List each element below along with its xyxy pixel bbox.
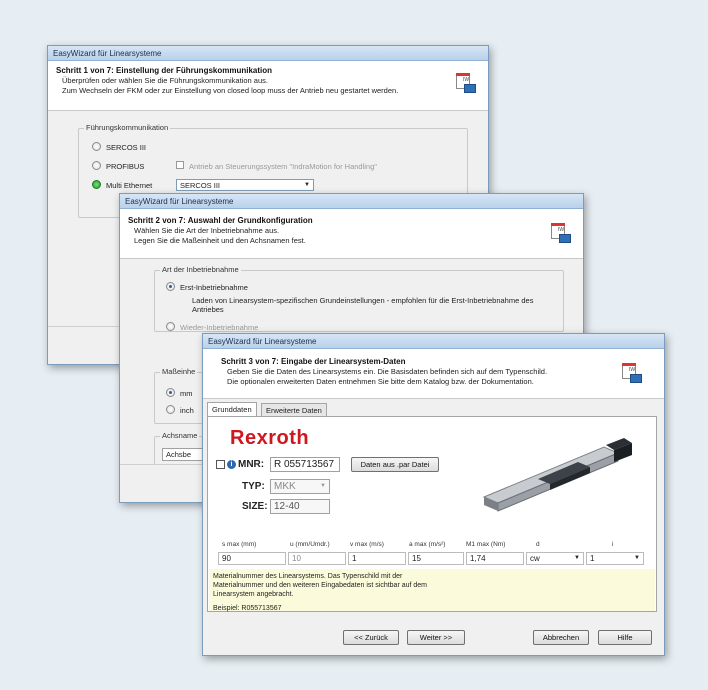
v-max-input[interactable]: 1 — [348, 552, 406, 565]
option-multi-ethernet-label: Multi Ethernet — [106, 181, 153, 190]
step-header: Schritt 3 von 7: Eingabe der Linearsyste… — [203, 349, 664, 399]
basic-data-panel: Rexroth i MNR: R 055713567 Daten aus .pa… — [207, 416, 657, 612]
type-select-value: MKK — [274, 481, 296, 492]
step-description-line: Überprüfen oder wählen Sie die Führungsk… — [62, 76, 268, 85]
size-input[interactable]: 12-40 — [270, 499, 330, 514]
a-max-input[interactable]: 15 — [408, 552, 464, 565]
group-label: Art der Inbetriebnahme — [160, 265, 241, 274]
column-header-s-max: s max (mm) — [222, 541, 257, 548]
m1-max-input[interactable]: 1,74 — [466, 552, 524, 565]
chevron-down-icon: ▼ — [320, 483, 326, 489]
radio-multi-ethernet[interactable] — [92, 180, 101, 189]
option-sercos-label: SERCOS III — [106, 143, 147, 152]
help-info-box: Materialnummer des Linearsystems. Das Ty… — [209, 569, 655, 612]
step-title: Schritt 3 von 7: Eingabe der Linearsyste… — [221, 357, 406, 366]
step-header: Schritt 2 von 7: Auswahl der Grundkonfig… — [120, 209, 583, 259]
radio-unit-inch[interactable] — [166, 405, 175, 414]
u-input[interactable]: 10 — [288, 552, 346, 565]
group-label: Führungskommunikation — [84, 123, 171, 132]
radio-re-commissioning[interactable] — [166, 322, 175, 331]
tab-extended-data[interactable]: Erweiterte Daten — [261, 403, 327, 416]
window-title: EasyWizard für Linearsysteme — [203, 334, 664, 349]
help-example: Beispiel: R055713567 — [213, 605, 282, 612]
column-header-v-max: v max (m/s) — [350, 541, 384, 548]
step-title: Schritt 2 von 7: Auswahl der Grundkonfig… — [128, 216, 313, 225]
mnr-input[interactable]: R 055713567 — [270, 457, 340, 472]
drive-wizard-icon: IW — [549, 223, 571, 243]
ratio-select[interactable]: 1 ▼ — [586, 552, 644, 565]
window-title: EasyWizard für Linearsysteme — [48, 46, 488, 61]
info-icon: i — [227, 460, 236, 469]
rexroth-logo: Rexroth — [230, 427, 310, 449]
direction-select[interactable]: cw ▼ — [526, 552, 584, 565]
back-button[interactable]: << Zurück — [343, 630, 399, 645]
drive-wizard-icon: IW — [620, 363, 642, 383]
radio-first-commissioning[interactable] — [166, 282, 175, 291]
radio-profibus[interactable] — [92, 161, 101, 170]
type-label: TYP: — [242, 481, 265, 492]
column-header-i: i — [612, 541, 614, 548]
drive-wizard-icon: IW — [454, 73, 476, 93]
chevron-down-icon: ▼ — [574, 555, 580, 561]
step-description-line: Wählen Sie die Art der Inbetriebnahme au… — [134, 226, 280, 235]
step-header: Schritt 1 von 7: Einstellung der Führung… — [48, 61, 488, 111]
option-re-commissioning-label: Wieder-Inbetriebnahme — [180, 323, 259, 332]
cancel-button[interactable]: Abbrechen — [533, 630, 589, 645]
ratio-select-value: 1 — [590, 554, 595, 563]
column-header-m1-max: M1 max (Nm) — [466, 541, 506, 548]
column-header-d: d — [536, 541, 540, 548]
step-description-line: Geben Sie die Daten des Linearsystems ei… — [227, 367, 548, 376]
type-select[interactable]: MKK ▼ — [270, 479, 330, 494]
unit-mm-label: mm — [180, 389, 193, 398]
s-max-input[interactable]: 90 — [218, 552, 286, 565]
size-label: SIZE: — [242, 501, 268, 512]
step-title: Schritt 1 von 7: Einstellung der Führung… — [56, 66, 273, 75]
option-first-commissioning-label: Erst-Inbetriebnahme — [180, 283, 248, 292]
linear-module-image — [482, 438, 632, 512]
option-first-commissioning-description: Laden von Linearsystem-spezifischen Grun… — [192, 296, 534, 314]
chevron-down-icon: ▼ — [634, 555, 640, 561]
column-header-a-max: a max (m/s²) — [409, 541, 446, 548]
step-description-line: Zum Wechseln der FKM oder zur Einstellun… — [62, 86, 399, 95]
step-description-line: Legen Sie die Maßeinheit und den Achsnam… — [134, 236, 306, 245]
handling-checkbox[interactable] — [176, 161, 184, 169]
radio-sercos[interactable] — [92, 142, 101, 151]
help-button[interactable]: Hilfe — [598, 630, 652, 645]
protocol-select-value: SERCOS III — [180, 181, 221, 190]
option-profibus-label: PROFIBUS — [106, 162, 145, 171]
wizard-window-step3: EasyWizard für Linearsysteme Schritt 3 v… — [202, 333, 665, 656]
tab-basic-data[interactable]: Grunddaten — [207, 402, 257, 416]
group-label: Maßeinhe — [160, 367, 198, 376]
protocol-select[interactable]: SERCOS III ▼ — [176, 179, 314, 191]
handling-checkbox-label: Antrieb an Steuerungssystem "IndraMotion… — [189, 162, 377, 171]
column-header-u: u (mm/Umdr.) — [290, 541, 330, 548]
radio-unit-mm[interactable] — [166, 388, 175, 397]
direction-select-value: cw — [530, 554, 540, 563]
load-par-file-button[interactable]: Daten aus .par Datei — [351, 457, 439, 472]
group-label: Achsname — [160, 431, 200, 440]
chevron-down-icon: ▼ — [304, 182, 310, 188]
help-text: Materialnummer des Linearsystems. Das Ty… — [213, 573, 428, 598]
mnr-label: MNR: — [238, 459, 265, 470]
next-button[interactable]: Weiter >> — [407, 630, 465, 645]
window-title: EasyWizard für Linearsysteme — [120, 194, 583, 209]
unit-inch-label: inch — [180, 406, 194, 415]
step-description-line: Die optionalen erweiterten Daten entnehm… — [227, 377, 534, 386]
mnr-checkbox[interactable] — [216, 460, 225, 469]
